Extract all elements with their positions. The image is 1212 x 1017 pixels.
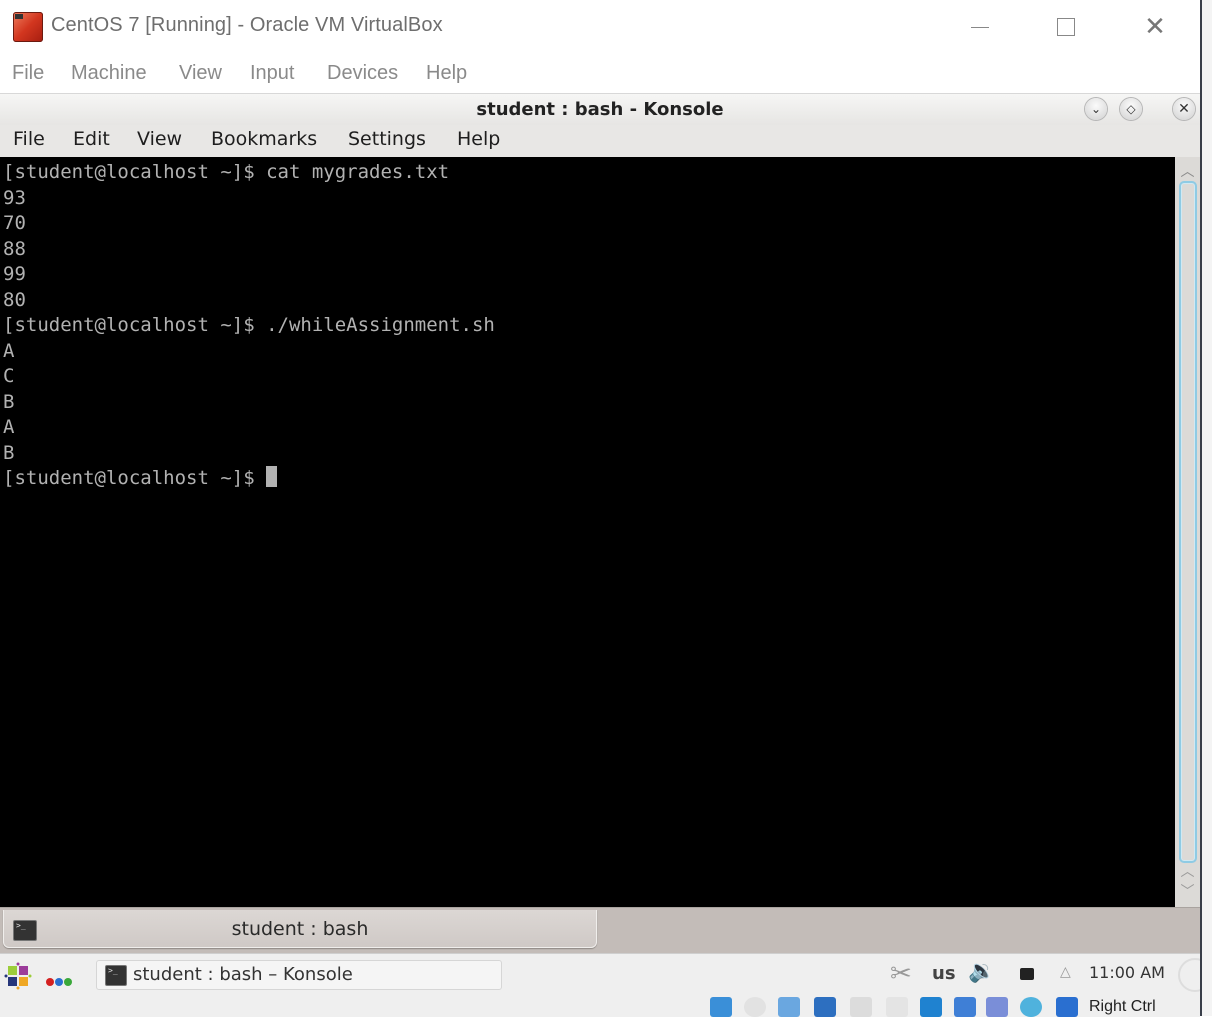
- dot-red: [46, 978, 54, 986]
- activities-icon[interactable]: [46, 971, 73, 990]
- terminal-output: [student@localhost ~]$ cat mygrades.txt …: [3, 160, 495, 492]
- keyboard-capture-icon[interactable]: [1056, 997, 1078, 1017]
- taskbar-item-label: student : bash – Konsole: [133, 964, 353, 985]
- virtualization-icon[interactable]: [986, 997, 1008, 1017]
- show-hidden-icons-icon[interactable]: △: [1060, 964, 1071, 980]
- minimize-icon: [971, 26, 989, 28]
- terminal-scrollbar[interactable]: ︿ ︿ ﹀: [1175, 157, 1200, 907]
- konsole-close-button[interactable]: ✕: [1173, 98, 1195, 120]
- scroll-down-arrow-icon[interactable]: ﹀: [1175, 881, 1200, 900]
- konsole-menu-edit[interactable]: Edit: [73, 128, 110, 150]
- terminal-area[interactable]: [student@localhost ~]$ cat mygrades.txt …: [0, 157, 1175, 907]
- konsole-maximize-button[interactable]: ◇: [1120, 98, 1142, 120]
- network-icon[interactable]: [814, 997, 836, 1017]
- centos-menu-icon[interactable]: [4, 962, 32, 990]
- konsole-menu-settings[interactable]: Settings: [348, 128, 426, 150]
- clock[interactable]: 11:00 AM: [1089, 963, 1165, 982]
- terminal-line: C: [3, 365, 15, 387]
- terminal-lines: [student@localhost ~]$ cat mygrades.txt …: [3, 161, 495, 464]
- clipboard-scissors-icon[interactable]: ✂: [890, 959, 912, 989]
- vbox-menubar: File Machine View Input Devices Help: [0, 58, 1200, 92]
- vbox-titlebar: CentOS 7 [Running] - Oracle VM VirtualBo…: [0, 0, 1200, 54]
- terminal-line: B: [3, 390, 15, 413]
- diamond-icon: ◇: [1126, 102, 1136, 116]
- maximize-button[interactable]: [1043, 10, 1089, 44]
- terminal-line: 88: [3, 237, 26, 260]
- chevron-down-icon: ⌄: [1090, 102, 1102, 116]
- vbox-menu-file[interactable]: File: [12, 62, 44, 85]
- keyboard-layout-indicator[interactable]: us: [932, 963, 956, 984]
- konsole-window-title: student : bash - Konsole: [476, 99, 724, 120]
- tab-label: student : bash: [231, 918, 369, 940]
- terminal-line: 80: [3, 288, 26, 311]
- konsole-menu-file[interactable]: File: [13, 128, 45, 150]
- maximize-icon: [1057, 18, 1075, 36]
- virtualbox-logo-icon: [13, 12, 43, 42]
- vbox-menu-help[interactable]: Help: [426, 62, 467, 85]
- konsole-menubar: File Edit View Bookmarks Settings Help: [0, 125, 1200, 157]
- network-icon[interactable]: [1020, 968, 1034, 980]
- konsole-menu-help[interactable]: Help: [457, 128, 500, 150]
- display-icon[interactable]: [920, 997, 942, 1017]
- terminal-line: 70: [3, 212, 26, 234]
- terminal-line: B: [3, 441, 15, 464]
- terminal-icon: [105, 965, 127, 986]
- audio-icon[interactable]: [778, 997, 800, 1017]
- desktop-background: [1202, 0, 1212, 1016]
- host-key-label: Right Ctrl: [1089, 998, 1156, 1015]
- vbox-menu-input[interactable]: Input: [250, 62, 294, 85]
- close-button[interactable]: ✕: [1132, 10, 1178, 44]
- terminal-line: [student@localhost ~]$ cat mygrades.txt: [3, 161, 450, 183]
- terminal-line: A: [3, 339, 15, 362]
- konsole-titlebar: student : bash - Konsole ⌄ ◇ ✕: [0, 93, 1200, 126]
- terminal-line: A: [3, 416, 15, 438]
- close-icon: ✕: [1144, 12, 1166, 42]
- usb-icon[interactable]: [850, 997, 872, 1017]
- scroll-up-arrow-icon[interactable]: ︿: [1175, 861, 1200, 880]
- scrollbar-thumb[interactable]: [1179, 181, 1197, 863]
- tab-student-bash[interactable]: student : bash: [3, 910, 597, 948]
- hard-disk-icon[interactable]: [710, 997, 732, 1017]
- terminal-prompt: [student@localhost ~]$: [3, 467, 267, 489]
- konsole-menu-view[interactable]: View: [137, 128, 182, 150]
- konsole-tabbar: student : bash: [0, 907, 1200, 954]
- terminal-line: [student@localhost ~]$ ./whileAssignment…: [3, 314, 495, 336]
- dot-green: [64, 978, 72, 986]
- mouse-integration-icon[interactable]: [1020, 997, 1042, 1017]
- window-title: CentOS 7 [Running] - Oracle VM VirtualBo…: [51, 14, 443, 36]
- close-icon: ✕: [1178, 101, 1190, 117]
- volume-icon[interactable]: 🔉: [968, 959, 995, 984]
- optical-drive-icon[interactable]: [744, 997, 766, 1017]
- dot-blue: [55, 978, 63, 986]
- konsole-menu-bookmarks[interactable]: Bookmarks: [211, 128, 317, 150]
- minimize-button[interactable]: [957, 10, 1003, 44]
- vbox-menu-view[interactable]: View: [179, 62, 222, 85]
- scroll-up-arrow-icon[interactable]: ︿: [1175, 161, 1200, 180]
- terminal-line: 99: [3, 263, 26, 285]
- taskbar-item-konsole[interactable]: student : bash – Konsole: [96, 960, 502, 990]
- terminal-line: 93: [3, 186, 26, 209]
- vbox-statusbar: Right Ctrl: [700, 995, 1200, 1017]
- konsole-minimize-button[interactable]: ⌄: [1085, 98, 1107, 120]
- shared-folder-icon[interactable]: [886, 997, 908, 1017]
- video-capture-icon[interactable]: [954, 997, 976, 1017]
- text-cursor: [266, 466, 278, 487]
- vbox-menu-machine[interactable]: Machine: [71, 62, 147, 85]
- vbox-menu-devices[interactable]: Devices: [327, 62, 398, 85]
